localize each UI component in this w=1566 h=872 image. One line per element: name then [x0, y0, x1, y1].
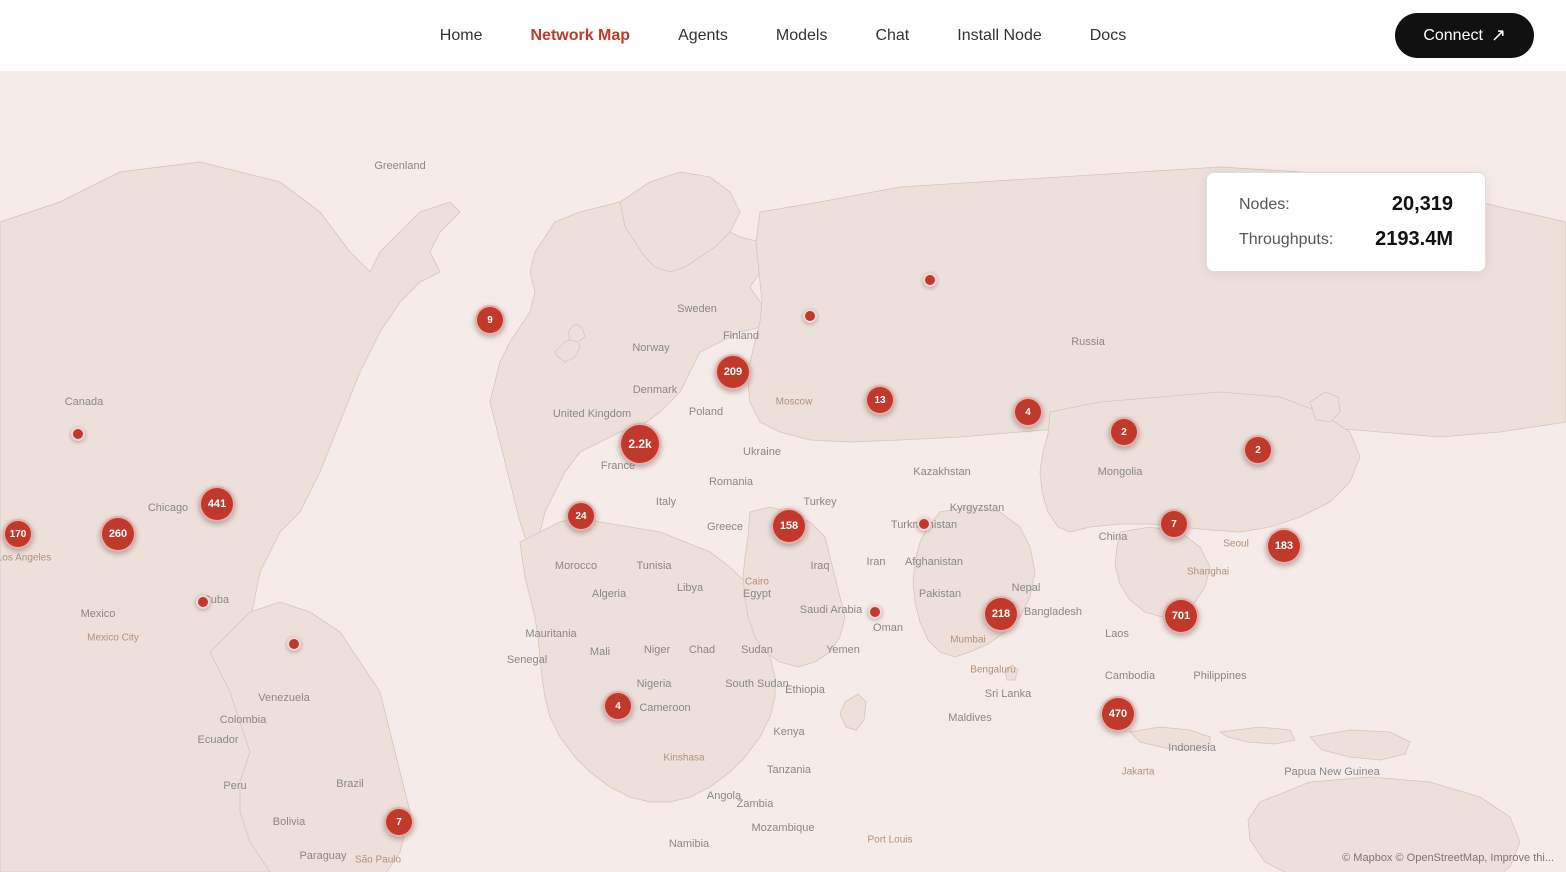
map-marker-m5[interactable]: 158 [771, 508, 807, 544]
nav-item-docs[interactable]: Docs [1090, 27, 1126, 45]
navigation: Home Network Map Agents Models Chat Install N… [0, 0, 1566, 72]
nav-items: Home Network Map Agents Models Chat Install N… [440, 27, 1126, 45]
map-marker-m2[interactable]: 2.2k [619, 423, 661, 465]
map-marker-m4[interactable]: 24 [566, 501, 596, 531]
map-marker-m7[interactable]: 4 [1013, 397, 1043, 427]
nav-item-models[interactable]: Models [776, 27, 828, 45]
map-marker-s5[interactable] [71, 427, 85, 441]
map-marker-m11[interactable]: 183 [1266, 528, 1302, 564]
map-marker-m15[interactable]: 441 [199, 486, 235, 522]
nav-item-chat[interactable]: Chat [875, 27, 909, 45]
map-marker-m9[interactable]: 2 [1243, 435, 1273, 465]
map-marker-m12[interactable]: 218 [983, 596, 1019, 632]
nodes-value: 20,319 [1392, 193, 1453, 216]
map-marker-m18[interactable]: 4 [603, 691, 633, 721]
throughputs-label: Throughputs: [1239, 231, 1333, 249]
map-marker-m17[interactable]: 260 [100, 516, 136, 552]
stats-box: Nodes: 20,319 Throughputs: 2193.4M [1206, 172, 1486, 272]
map-marker-m16[interactable]: 170 [3, 519, 33, 549]
map-container: 9 2.2k 209 24 158 13 4 2 2 7 183 218 701 470 441 170 260… [0, 72, 1566, 872]
map-marker-s6[interactable] [196, 595, 210, 609]
map-marker-s7[interactable] [287, 637, 301, 651]
throughputs-value: 2193.4M [1375, 228, 1453, 251]
map-marker-m6[interactable]: 13 [865, 385, 895, 415]
map-attribution: © Mapbox © OpenStreetMap, Improve thi... [1342, 852, 1554, 864]
map-marker-m1[interactable]: 9 [475, 305, 505, 335]
map-marker-s3[interactable] [917, 517, 931, 531]
map-marker-s4[interactable] [868, 605, 882, 619]
connect-button[interactable]: Connect [1395, 13, 1534, 58]
nodes-row: Nodes: 20,319 [1239, 193, 1453, 216]
map-marker-m13[interactable]: 701 [1163, 598, 1199, 634]
map-marker-m19[interactable]: 7 [384, 807, 414, 837]
map-marker-m14[interactable]: 470 [1100, 696, 1136, 732]
nav-item-network-map[interactable]: Network Map [530, 27, 630, 45]
map-marker-s1[interactable] [923, 273, 937, 287]
throughputs-row: Throughputs: 2193.4M [1239, 228, 1453, 251]
map-marker-m3[interactable]: 209 [715, 354, 751, 390]
map-marker-m10[interactable]: 7 [1159, 509, 1189, 539]
nodes-label: Nodes: [1239, 196, 1290, 214]
map-marker-m8[interactable]: 2 [1109, 417, 1139, 447]
nav-item-home[interactable]: Home [440, 27, 483, 45]
map-marker-s2[interactable] [803, 309, 817, 323]
nav-item-agents[interactable]: Agents [678, 27, 728, 45]
nav-item-install-node[interactable]: Install Node [957, 27, 1042, 45]
